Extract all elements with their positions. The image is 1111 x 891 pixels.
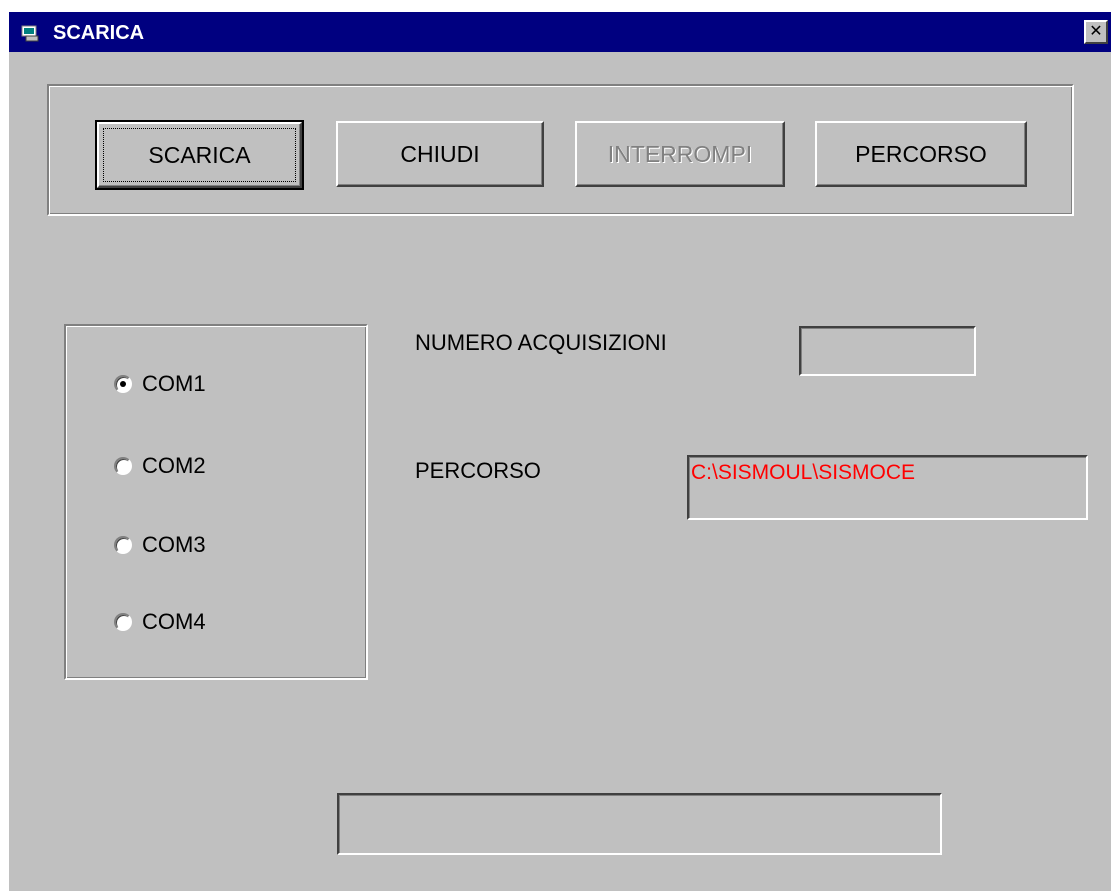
radio-com3[interactable]: COM3 (114, 530, 206, 560)
interrompi-button-label: INTERROMPI (607, 140, 753, 167)
radio-label: COM3 (142, 532, 206, 557)
com-port-group (64, 324, 368, 680)
percorso-label: PERCORSO (415, 458, 541, 483)
status-field (337, 793, 942, 855)
scarica-button[interactable]: SCARICA (95, 120, 304, 190)
radio-com2[interactable]: COM2 (114, 451, 206, 481)
close-button[interactable]: ✕ (1084, 20, 1108, 44)
chiudi-button-label: CHIUDI (400, 140, 480, 167)
radio-com4[interactable]: COM4 (114, 607, 206, 637)
window-title: SCARICA (53, 22, 145, 44)
title-bar[interactable]: SCARICA ✕ (9, 12, 1111, 52)
close-icon: ✕ (1089, 23, 1103, 40)
chiudi-button[interactable]: CHIUDI (336, 121, 544, 187)
interrompi-button[interactable]: INTERROMPI (575, 121, 785, 187)
radio-com1[interactable]: COM1 (114, 369, 206, 399)
radio-label: COM2 (142, 453, 206, 478)
percorso-button[interactable]: PERCORSO (815, 121, 1027, 187)
percorso-button-label: PERCORSO (855, 140, 987, 167)
radio-selected-dot (120, 381, 126, 387)
app-icon (21, 25, 39, 42)
numero-acquisizioni-field[interactable] (799, 326, 976, 376)
scarica-window: SCARICA ✕ SCARICA CHIUDI INTERROMPI PERC… (7, 10, 1111, 891)
numero-acquisizioni-label: NUMERO ACQUISIZIONI (415, 330, 667, 355)
radio-button-icon[interactable] (114, 375, 132, 393)
focus-rect (103, 128, 296, 182)
radio-button-icon[interactable] (114, 457, 132, 475)
radio-label: COM1 (142, 371, 206, 396)
radio-button-icon[interactable] (114, 613, 132, 631)
radio-label: COM4 (142, 609, 206, 634)
percorso-field[interactable]: C:\SISMOUL\SISMOCE (687, 455, 1088, 520)
radio-button-icon[interactable] (114, 536, 132, 554)
